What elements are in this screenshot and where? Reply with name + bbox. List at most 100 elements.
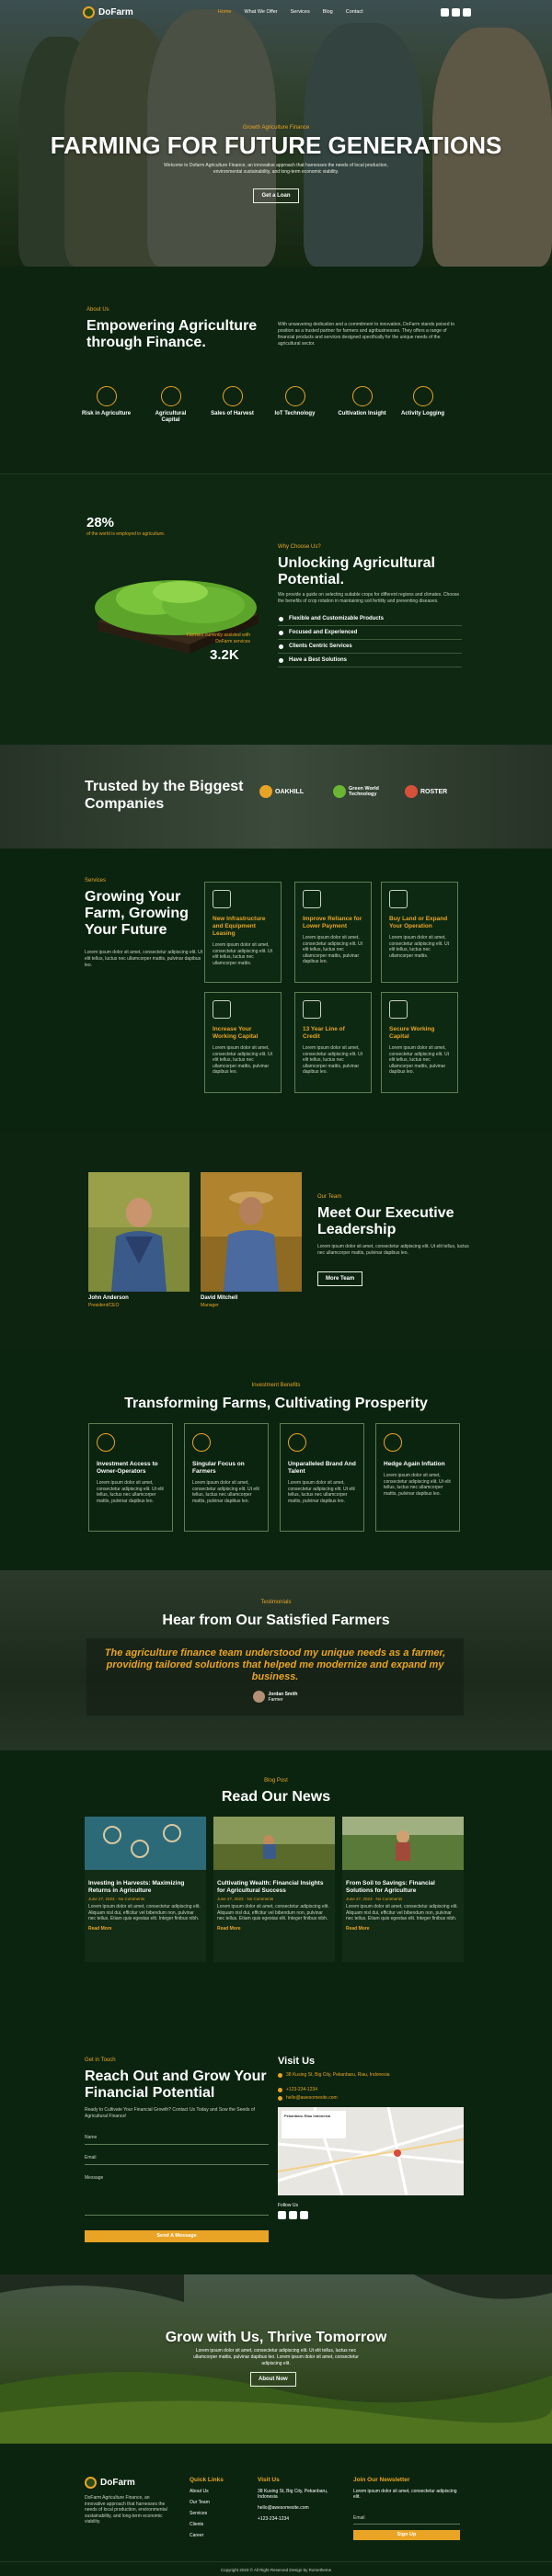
nav-contact[interactable]: Contact [346,9,363,15]
benefit-card: Singular Focus on Farmers Lorem ipsum dol… [184,1423,269,1532]
location-icon [278,2073,282,2078]
logo-roster: ROSTER [405,785,447,798]
get-loan-button[interactable]: Get a Loan [253,188,299,203]
team-kicker: Our Team [317,1194,342,1200]
footer-link[interactable]: About Us [190,2489,224,2494]
twitter-icon[interactable] [289,2211,297,2219]
send-message-button[interactable]: Send A Message [85,2230,269,2242]
service-title: Increase Your Working Capital [213,1026,259,1040]
nav-what-we-offer[interactable]: What We Offer [244,9,277,15]
phone-text: +123-234-1234 [286,2087,318,2092]
benefit-title: Unparalleled Brand And Talent [288,1461,356,1475]
stat-farmers-count: 3.2K [210,647,239,663]
news-date: June 27, 2023 · No Comments [217,1897,274,1901]
top-nav: DoFarm Home What We Offer Services Blog … [0,0,552,24]
sign-up-button[interactable]: Sign Up [353,2530,460,2540]
footer: DoFarm DoFarm Agriculture Finance, an in… [0,2444,552,2576]
read-more-link[interactable]: Read More [217,1926,331,1932]
about-now-button[interactable]: About Now [250,2372,296,2387]
why-kicker: Why Choose Us? [278,544,321,550]
footer-email[interactable]: hello@awesomesite.com [258,2505,340,2511]
footer-link[interactable]: Services [190,2511,224,2516]
news-card[interactable]: From Soil to Savings: Financial Solution… [342,1817,464,1962]
nav-home[interactable]: Home [218,9,232,15]
logo-mark-icon [85,2477,97,2489]
hero-section: Growth Agriculture Finance FARMING FOR F… [0,0,552,267]
service-card[interactable]: Buy Land or Expand Your Operation Lorem i… [381,882,458,983]
read-more-link[interactable]: Read More [346,1926,460,1932]
capital-icon [160,386,181,406]
page: Growth Agriculture Finance FARMING FOR F… [0,0,552,2576]
footer-link[interactable]: Clients [190,2522,224,2527]
services-title: Growing Your Farm, Growing Your Future [85,889,189,938]
follow-label: Follow Us [278,2203,298,2208]
nav-blog[interactable]: Blog [323,9,333,15]
news-image [342,1817,464,1870]
more-team-button[interactable]: More Team [317,1271,363,1286]
secure-icon [389,1000,408,1019]
focus-icon [192,1433,211,1452]
trusted-section: Trusted by the Biggest Companies OAKHILL… [0,745,552,849]
service-title: 13 Year Line of Credit [303,1026,345,1040]
logo-mark-icon [83,6,95,18]
logging-icon [412,386,433,406]
news-card[interactable]: Investing in Harvests: Maximizing Return… [85,1817,206,1962]
footer-link[interactable]: Our Team [190,2500,224,2505]
nav-services[interactable]: Services [291,9,310,15]
nav-links: Home What We Offer Services Blog Contact [218,9,363,15]
cta-title: Grow with Us, Thrive Tomorrow [165,2330,387,2345]
hero-kicker: Growth Agriculture Finance [242,125,310,131]
feature-iot: IoT Technology [270,386,320,417]
service-card[interactable]: Increase Your Working Capital Lorem ipsum… [204,992,282,1093]
news-image [213,1817,335,1870]
contact-social [278,2211,308,2219]
footer-newsletter: Join Our Newsletter Lorem ipsum dolor si… [353,2477,460,2505]
benefit-card: Unparalleled Brand And Talent Lorem ipsum… [280,1423,364,1532]
email-link[interactable]: hello@awesomesite.com [286,2095,338,2102]
check-item: Have a Best Solutions [278,654,462,667]
check-item: Clients Centric Services [278,640,462,654]
contact-section: Get in Touch Reach Out and Grow Your Fin… [0,1989,552,2274]
twitter-icon[interactable] [452,7,460,17]
cultivation-icon [351,386,373,406]
services-text: Lorem ipsum dolor sit amet, consectetur … [85,950,203,968]
feature-label: IoT Technology [274,411,316,416]
map-embed[interactable]: Pekanbaru Riau Indonesia [278,2107,464,2195]
map-label: Pekanbaru Riau Indonesia [284,2114,331,2118]
footer-logo[interactable]: DoFarm [85,2477,135,2489]
logo-label: ROSTER [420,788,448,795]
stat-farmers-text: Farmers currently assisted with DoFarm s… [186,633,250,644]
newsletter-email-input[interactable]: Email [353,2515,460,2525]
facebook-icon[interactable] [278,2211,286,2219]
feature-label: Activity Logging [401,411,444,416]
logo-label: OAKHILL [275,788,305,795]
footer-address: 38 Kusing St, Big City, Pekanbaru, Indon… [258,2489,328,2500]
about-title: Empowering Agriculture through Finance. [86,318,258,350]
message-field[interactable]: Message [85,2175,269,2216]
visit-title: Visit Us [278,2056,316,2067]
contact-intro: Ready to Cultivate Your Financial Growth… [85,2107,256,2119]
feature-label: Risk in Agriculture [81,411,132,416]
instagram-icon[interactable] [463,7,471,17]
service-card[interactable]: New Infrastructure and Equipment Leasing… [204,882,282,983]
benefits-section: Investment Benefits Transforming Farms, … [0,1350,552,1570]
news-kicker: Blog Post [264,1778,288,1784]
service-card[interactable]: 13 Year Line of Credit Lorem ipsum dolor … [294,992,372,1093]
service-card[interactable]: Secure Working Capital Lorem ipsum dolor … [381,992,458,1093]
email-field[interactable]: Email [85,2155,269,2165]
name-field[interactable]: Name [85,2135,269,2145]
facebook-icon[interactable] [441,7,449,17]
news-title-text: Investing in Harvests: Maximizing Return… [88,1880,185,1894]
oakhill-icon [259,785,272,798]
news-title-text: Cultivating Wealth: Financial Insights f… [217,1880,324,1894]
footer-link[interactable]: Career [190,2533,224,2538]
logo-oakhill: OAKHILL [259,785,304,798]
read-more-link[interactable]: Read More [88,1926,202,1932]
service-card[interactable]: Improve Reliance for Lower Payment Lorem … [294,882,372,983]
news-card[interactable]: Cultivating Wealth: Financial Insights f… [213,1817,335,1962]
risk-icon [96,386,117,406]
brand-logo[interactable]: DoFarm [83,6,133,18]
nav-social [441,7,471,17]
benefits-kicker: Investment Benefits [251,1383,301,1388]
instagram-icon[interactable] [300,2211,308,2219]
